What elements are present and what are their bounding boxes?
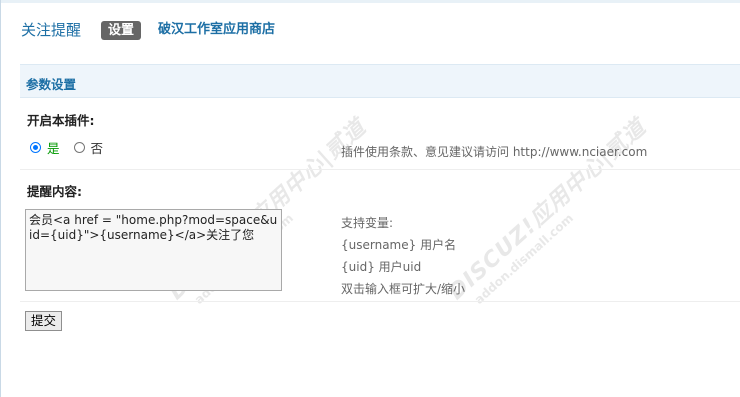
enable-radio-group: 是 否 bbox=[30, 138, 103, 156]
section-title: 参数设置 bbox=[26, 77, 77, 92]
variables-help: 支持变量: {username} 用户名 {uid} 用户uid 双击输入框可扩… bbox=[341, 212, 465, 300]
reminder-content-label: 提醒内容: bbox=[27, 184, 82, 199]
enable-plugin-label: 开启本插件: bbox=[27, 113, 95, 128]
section-header: 参数设置 bbox=[20, 64, 740, 98]
plugin-terms-tip: 插件使用条款、意见建议请访问 http://www.nciaer.com bbox=[341, 145, 648, 159]
radio-no[interactable] bbox=[73, 141, 85, 153]
row-divider bbox=[20, 301, 740, 302]
submit-button[interactable]: 提交 bbox=[25, 311, 63, 331]
radio-yes-label[interactable]: 是 bbox=[47, 138, 60, 157]
textarea-resize-hint: 双击输入框可扩大/缩小 bbox=[341, 282, 466, 296]
left-frame-border bbox=[0, 0, 1, 397]
row-divider bbox=[20, 169, 740, 170]
variable-username: {username} 用户名 bbox=[341, 238, 457, 252]
radio-no-label[interactable]: 否 bbox=[91, 138, 104, 157]
app-store-link[interactable]: 破汉工作室应用商店 bbox=[158, 18, 275, 42]
watermark-right: DISCUZ!应用中心|贰道 addon.dismall.com bbox=[444, 114, 652, 307]
plugin-title: 关注提醒 bbox=[21, 21, 82, 39]
variable-uid: {uid} 用户uid bbox=[341, 260, 422, 274]
header-nav: 关注提醒 设置 破汉工作室应用商店 bbox=[21, 18, 275, 42]
variables-help-title: 支持变量: bbox=[341, 216, 394, 230]
radio-yes[interactable] bbox=[30, 141, 41, 153]
top-frame-border bbox=[0, 0, 740, 3]
reminder-content-textarea[interactable]: 会员<a href = "home.php?mod=space&uid={uid… bbox=[25, 209, 282, 291]
tab-settings[interactable]: 设置 bbox=[101, 20, 142, 40]
